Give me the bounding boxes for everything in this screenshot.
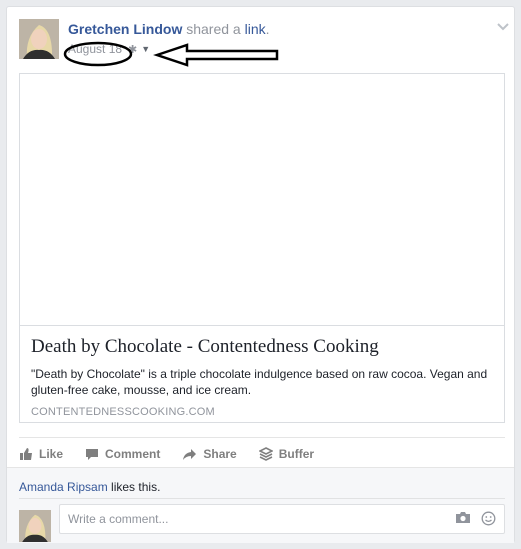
action-link[interactable]: link xyxy=(245,21,266,37)
post-header: Gretchen Lindow shared a link. xyxy=(68,21,270,37)
commenter-avatar xyxy=(19,510,51,542)
comments-section: Amanda Ripsam likes this. Write a commen… xyxy=(7,467,514,543)
caret-down-icon[interactable]: ▼ xyxy=(141,44,150,54)
comment-placeholder: Write a comment... xyxy=(68,512,169,526)
like-label: Like xyxy=(39,447,64,461)
author-avatar[interactable] xyxy=(19,19,59,59)
post-card: Gretchen Lindow shared a link. August 18… xyxy=(6,6,515,543)
share-label: Share xyxy=(203,447,237,461)
thumbs-up-icon xyxy=(20,448,32,460)
divider xyxy=(19,437,505,438)
author-name[interactable]: Gretchen Lindow xyxy=(68,21,182,37)
buffer-stack-icon xyxy=(258,447,273,461)
action-text: shared a xyxy=(186,21,241,37)
link-description: "Death by Chocolate" is a triple chocola… xyxy=(31,367,488,397)
annotation-arrow xyxy=(153,43,279,67)
link-title[interactable]: Death by Chocolate - Contentedness Cooki… xyxy=(31,335,493,359)
post-date[interactable]: August 18 xyxy=(68,42,122,56)
buffer-label: Buffer xyxy=(278,447,315,461)
link-preview-body: Death by Chocolate - Contentedness Cooki… xyxy=(20,326,504,427)
likes-suffix: likes this. xyxy=(107,480,161,494)
camera-icon[interactable] xyxy=(455,511,471,526)
divider xyxy=(19,498,505,499)
action-bar: Like Comment Share Buffer xyxy=(19,443,336,465)
link-preview-image[interactable] xyxy=(20,74,504,326)
chevron-down-icon[interactable] xyxy=(496,19,510,37)
like-button[interactable]: Like xyxy=(19,447,63,461)
likes-summary: Amanda Ripsam likes this. xyxy=(19,480,160,494)
buffer-button[interactable]: Buffer xyxy=(258,447,315,461)
gear-icon: ✱ xyxy=(128,43,138,56)
emoji-icon[interactable] xyxy=(481,511,496,526)
comment-icon xyxy=(86,448,99,460)
link-domain: CONTENTEDNESSCOOKING.COM xyxy=(31,406,215,418)
comment-input[interactable]: Write a comment... xyxy=(59,504,505,534)
link-preview[interactable]: Death by Chocolate - Contentedness Cooki… xyxy=(19,73,505,423)
action-suffix: . xyxy=(265,21,270,37)
comment-button[interactable]: Comment xyxy=(85,447,160,461)
share-arrow-icon xyxy=(183,448,197,460)
liker-name[interactable]: Amanda Ripsam xyxy=(19,480,108,494)
comment-label: Comment xyxy=(105,447,161,461)
post-meta: August 18 ✱ ▼ xyxy=(68,42,150,56)
share-button[interactable]: Share xyxy=(182,447,237,461)
